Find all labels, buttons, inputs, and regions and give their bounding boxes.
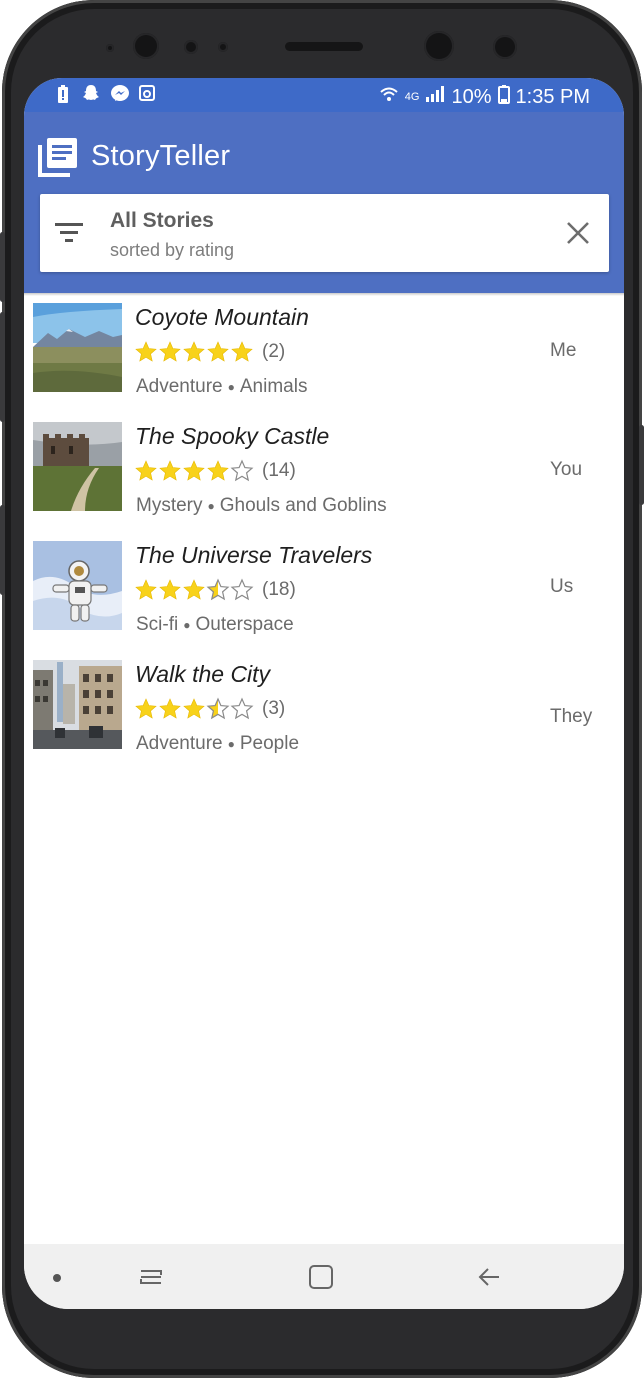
story-author: Me — [550, 340, 577, 361]
star-full-icon — [207, 460, 229, 481]
story-tags: Adventure ● Animals — [136, 376, 307, 398]
story-thumbnail-astronaut — [33, 541, 122, 630]
story-tags: Sci-fi ● Outerspace — [136, 614, 294, 636]
story-genre: Adventure — [136, 376, 223, 397]
star-full-icon — [135, 460, 157, 481]
home-icon[interactable] — [306, 1262, 336, 1292]
star-rating: (3) — [134, 697, 285, 721]
star-full-icon — [135, 341, 157, 362]
story-genre: Adventure — [136, 733, 223, 754]
story-genre: Sci-fi — [136, 614, 179, 635]
library-books-icon — [38, 138, 77, 177]
star-full-icon — [207, 341, 229, 362]
power-button — [0, 505, 5, 595]
snapchat-icon — [82, 84, 100, 104]
navigation-bar — [24, 1244, 624, 1309]
signal-icon — [425, 85, 445, 109]
star-full-icon — [159, 460, 181, 481]
story-genre: Mystery — [136, 495, 203, 516]
side-button — [639, 425, 644, 505]
star-full-icon — [183, 341, 205, 362]
nav-dot-icon[interactable] — [53, 1274, 61, 1282]
star-rating: (14) — [134, 459, 296, 483]
star-empty-icon — [230, 697, 254, 720]
app-bar: StoryTeller All Stories sorted by rating — [24, 112, 624, 293]
clock: 1:35 PM — [515, 85, 590, 108]
star-full-icon — [231, 341, 253, 362]
battery-icon — [497, 84, 510, 110]
front-camera — [133, 33, 159, 59]
rating-count: (14) — [262, 460, 296, 481]
story-topic: Ghouls and Goblins — [219, 495, 387, 516]
status-bar: 4G 10% 1:35 PM — [24, 78, 624, 112]
story-row[interactable]: Walk the City (3) Adventure ● People They — [24, 653, 624, 771]
story-topic: People — [239, 733, 300, 754]
rating-count: (3) — [262, 698, 286, 719]
story-topic: Outerspace — [195, 614, 294, 635]
story-thumbnail-city — [33, 660, 122, 749]
star-full-icon — [183, 460, 205, 481]
story-row[interactable]: The Universe Travelers (18) Sci-fi ● Outer… — [24, 534, 624, 652]
star-full-icon — [183, 579, 205, 600]
story-topic: Animals — [239, 376, 308, 397]
story-title[interactable]: Coyote Mountain — [135, 304, 309, 331]
rating-count: (18) — [262, 579, 296, 600]
recent-apps-icon[interactable] — [137, 1262, 167, 1292]
sensor-dot — [218, 42, 228, 52]
separator-dot: ● — [183, 617, 191, 632]
separator-dot: ● — [227, 736, 235, 751]
battery-percent: 10% — [451, 85, 492, 108]
filter-subtitle: sorted by rating — [110, 240, 235, 260]
filter-title: All Stories — [110, 209, 214, 232]
back-icon[interactable] — [475, 1262, 505, 1292]
story-author: They — [550, 706, 593, 727]
filter-icon[interactable] — [55, 221, 83, 243]
story-thumbnail-castle — [33, 422, 122, 511]
messenger-icon — [110, 84, 129, 104]
star-empty-icon — [230, 578, 254, 601]
rating-count: (2) — [262, 341, 286, 362]
story-thumbnail-mountain — [33, 303, 122, 392]
phone-frame: 4G 10% 1:35 PM StoryTeller All Stories s… — [0, 0, 644, 1378]
star-full-icon — [135, 698, 157, 719]
screen: 4G 10% 1:35 PM StoryTeller All Stories s… — [24, 78, 624, 1309]
story-row[interactable]: The Spooky Castle (14) Mystery ● Ghouls an… — [24, 415, 624, 533]
star-rating: (18) — [134, 578, 296, 602]
star-full-icon — [183, 698, 205, 719]
camera-icon — [138, 84, 156, 104]
star-rating: (2) — [134, 340, 285, 364]
bixby-button — [0, 312, 5, 422]
separator-dot: ● — [207, 498, 215, 513]
star-full-icon — [135, 579, 157, 600]
story-row[interactable]: Coyote Mountain (2) Adventure ● Animals Me — [24, 296, 624, 414]
sensor-dot — [493, 35, 517, 59]
sensor-dot — [184, 40, 198, 54]
star-full-icon — [159, 698, 181, 719]
story-author: Us — [550, 576, 574, 597]
volume-button — [0, 232, 5, 302]
story-tags: Mystery ● Ghouls and Goblins — [136, 495, 387, 517]
story-title[interactable]: Walk the City — [135, 661, 270, 688]
app-title: StoryTeller — [91, 140, 231, 172]
story-title[interactable]: The Universe Travelers — [135, 542, 372, 569]
filter-card[interactable]: All Stories sorted by rating — [40, 194, 609, 272]
story-tags: Adventure ● People — [136, 733, 299, 755]
star-half-icon — [206, 697, 230, 720]
network-type: 4G — [404, 91, 420, 103]
separator-dot: ● — [227, 379, 235, 394]
star-full-icon — [159, 579, 181, 600]
close-icon[interactable] — [566, 221, 590, 245]
star-empty-icon — [230, 459, 254, 482]
star-full-icon — [159, 341, 181, 362]
notification-icons — [54, 84, 156, 104]
star-half-icon — [206, 578, 230, 601]
wifi-icon — [379, 85, 399, 109]
sensor-dot — [106, 44, 114, 52]
iris-scanner — [424, 31, 454, 61]
story-title[interactable]: The Spooky Castle — [135, 423, 329, 450]
status-right: 4G 10% 1:35 PM — [379, 84, 590, 110]
earpiece-speaker — [285, 42, 363, 51]
battery-alert-icon — [54, 84, 72, 104]
story-author: You — [550, 459, 583, 480]
